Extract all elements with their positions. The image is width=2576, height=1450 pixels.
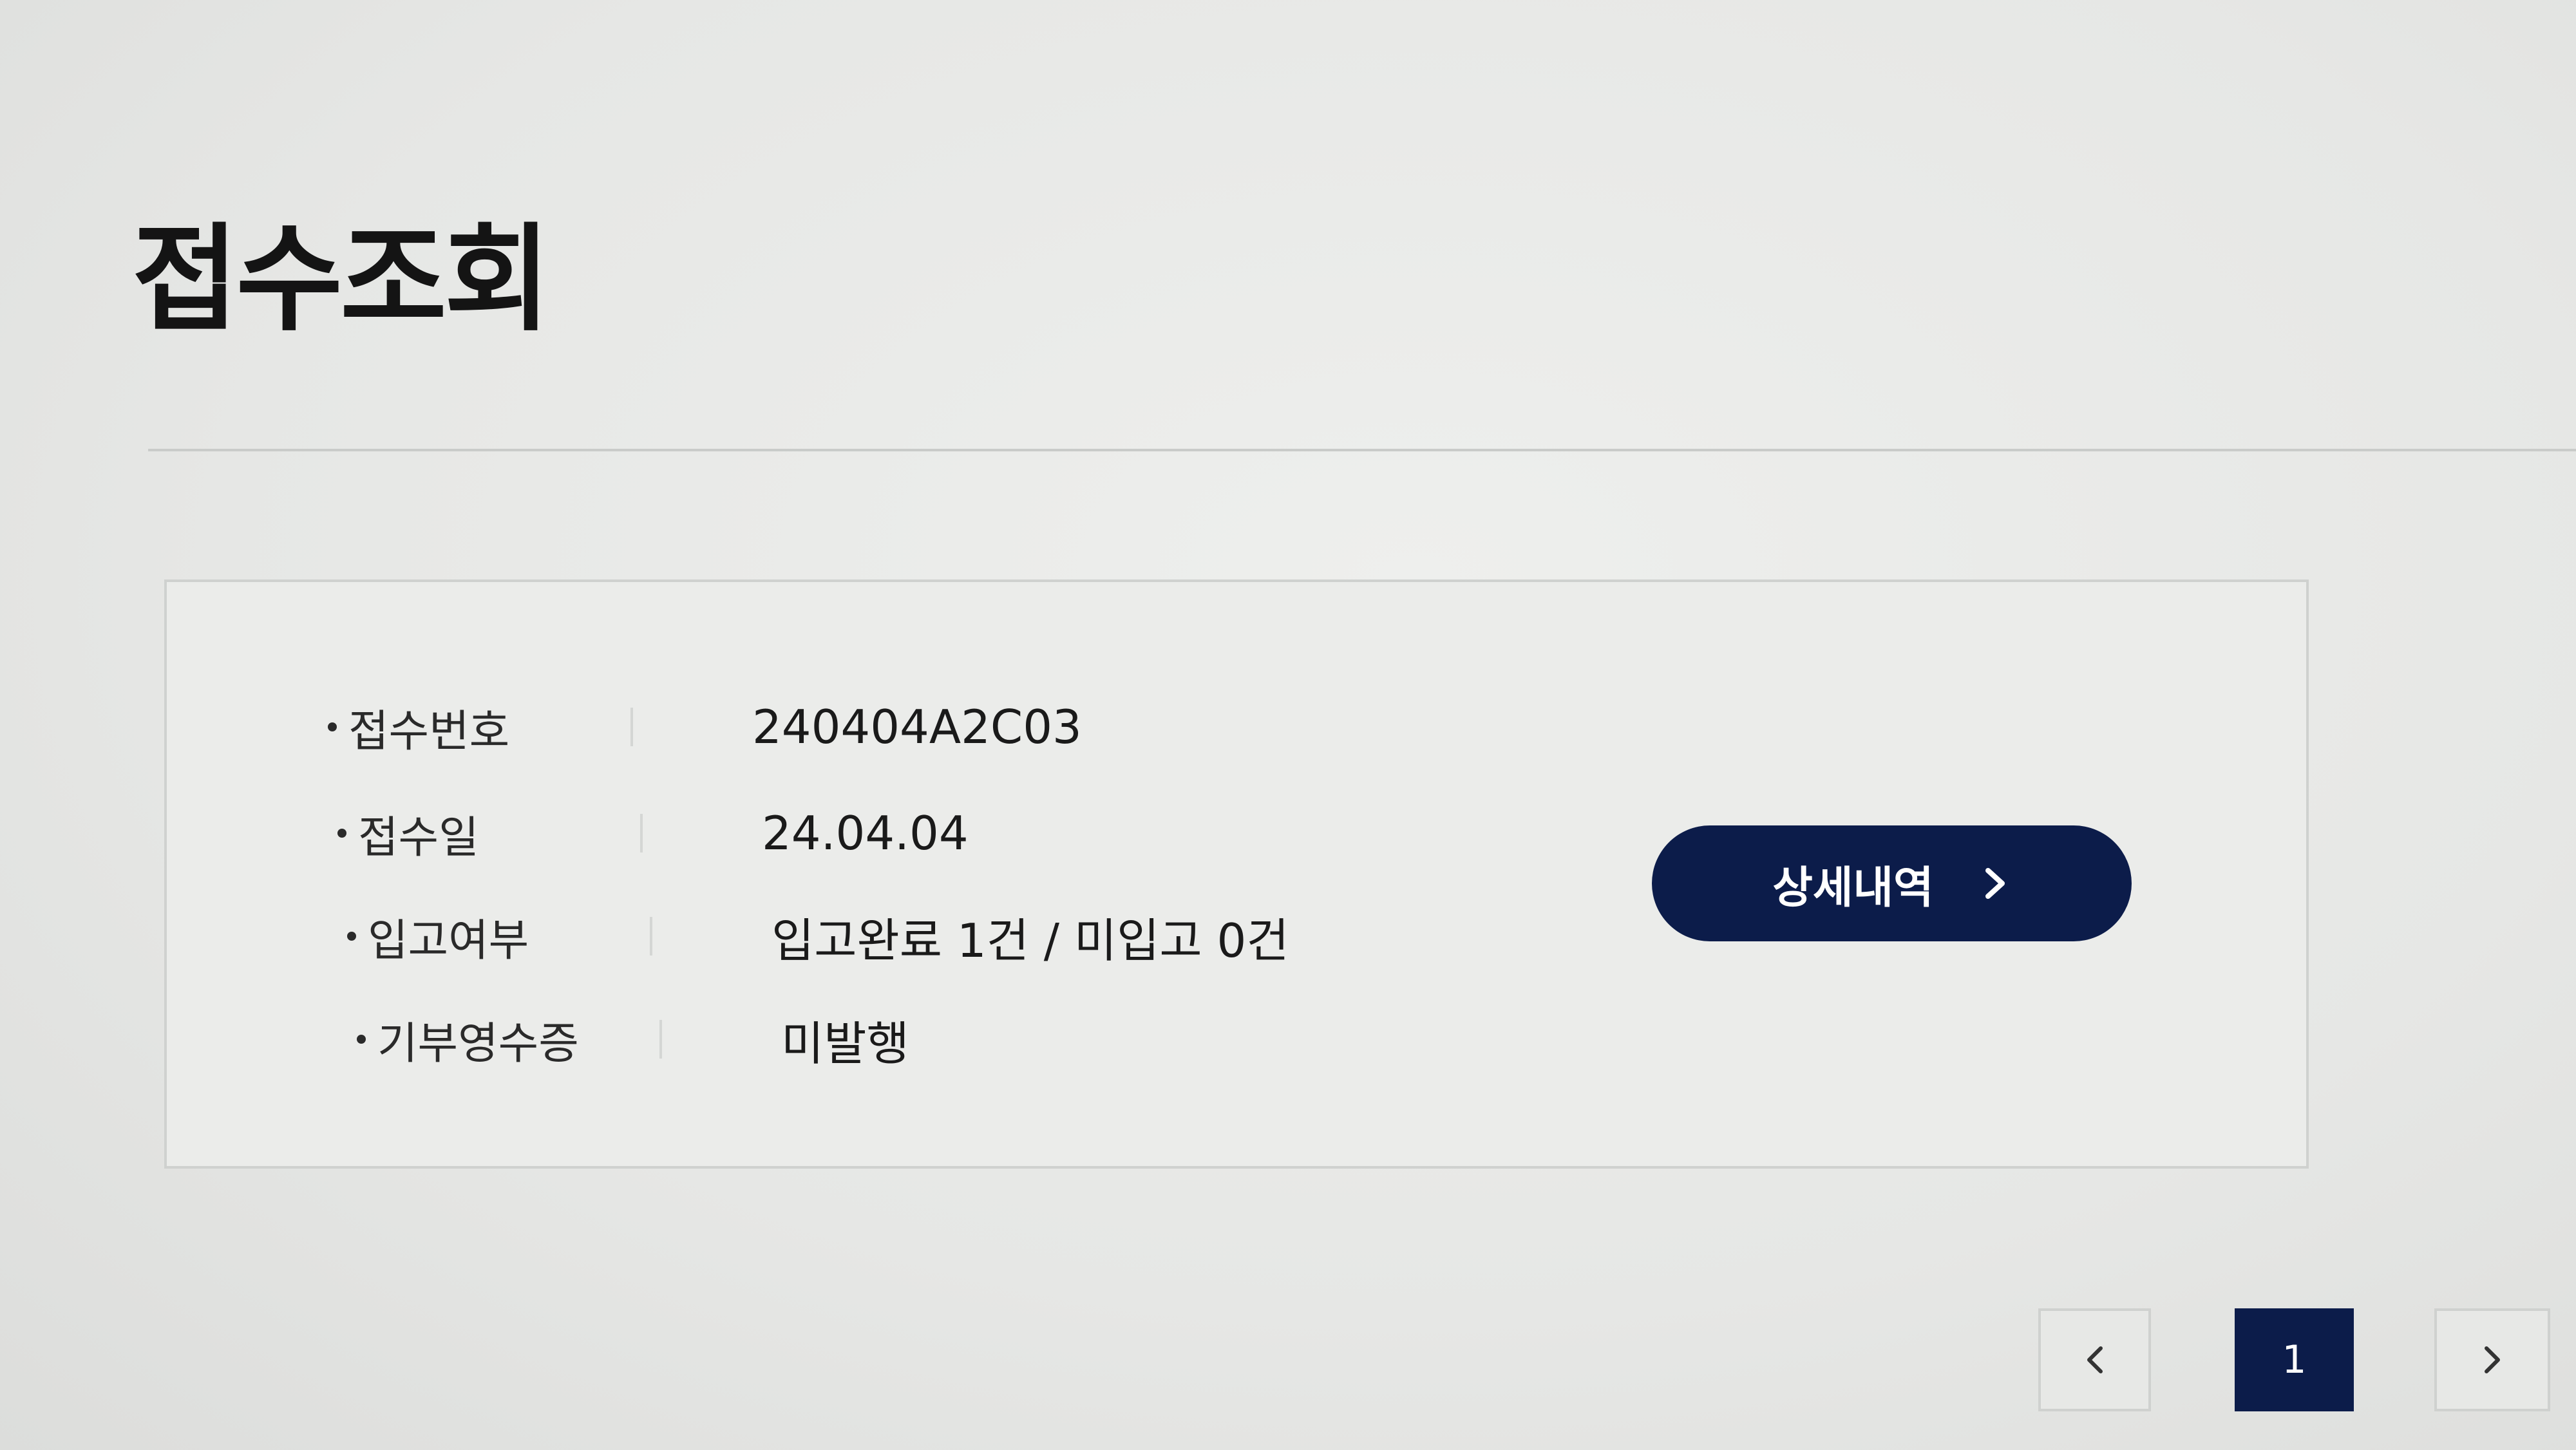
bullet-icon: [347, 932, 356, 941]
row-label-container: 기부영수증: [357, 1008, 659, 1071]
page: 접수조회 접수번호 240404A2C03 접수일 24.04.04 입고여부: [0, 0, 2576, 1450]
row-separator: [659, 1020, 662, 1059]
receipt-number-label: 접수번호: [348, 706, 510, 757]
pagination-prev-button[interactable]: [2038, 1308, 2151, 1411]
chevron-right-icon: [1985, 868, 2005, 899]
row-label-container: 입고여부: [347, 905, 650, 968]
stock-status-label: 입고여부: [368, 915, 529, 966]
detail-button[interactable]: 상세내역: [1652, 825, 2132, 941]
pagination-next-button[interactable]: [2434, 1308, 2550, 1411]
receipt-row-number: 접수번호 240404A2C03: [328, 692, 1082, 762]
row-separator: [640, 814, 643, 852]
detail-button-label: 상세내역: [1772, 862, 1934, 914]
bullet-icon: [328, 722, 337, 731]
title-divider: [148, 449, 2576, 451]
receipt-row-donation: 기부영수증 미발행: [357, 1004, 909, 1075]
chevron-left-icon: [2087, 1346, 2103, 1373]
receipt-date-value: 24.04.04: [762, 806, 969, 860]
receipt-date-label: 접수일: [358, 812, 479, 863]
row-separator: [650, 917, 652, 956]
bullet-icon: [357, 1035, 366, 1044]
receipt-row-stock: 입고여부 입고완료 1건 / 미입고 0건: [347, 901, 1289, 972]
receipt-number-value: 240404A2C03: [752, 700, 1082, 754]
row-separator: [630, 708, 633, 746]
donation-receipt-label: 기부영수증: [377, 1018, 579, 1069]
receipt-row-date: 접수일 24.04.04: [337, 798, 969, 869]
pagination-page-current[interactable]: 1: [2235, 1308, 2354, 1411]
bullet-icon: [337, 829, 346, 838]
stock-status-value: 입고완료 1건 / 미입고 0건: [772, 913, 1289, 968]
row-label-container: 접수일: [337, 802, 640, 865]
chevron-right-icon: [2485, 1346, 2500, 1373]
donation-receipt-value: 미발행: [781, 1016, 909, 1071]
row-label-container: 접수번호: [328, 695, 630, 759]
page-title: 접수조회: [132, 212, 551, 347]
